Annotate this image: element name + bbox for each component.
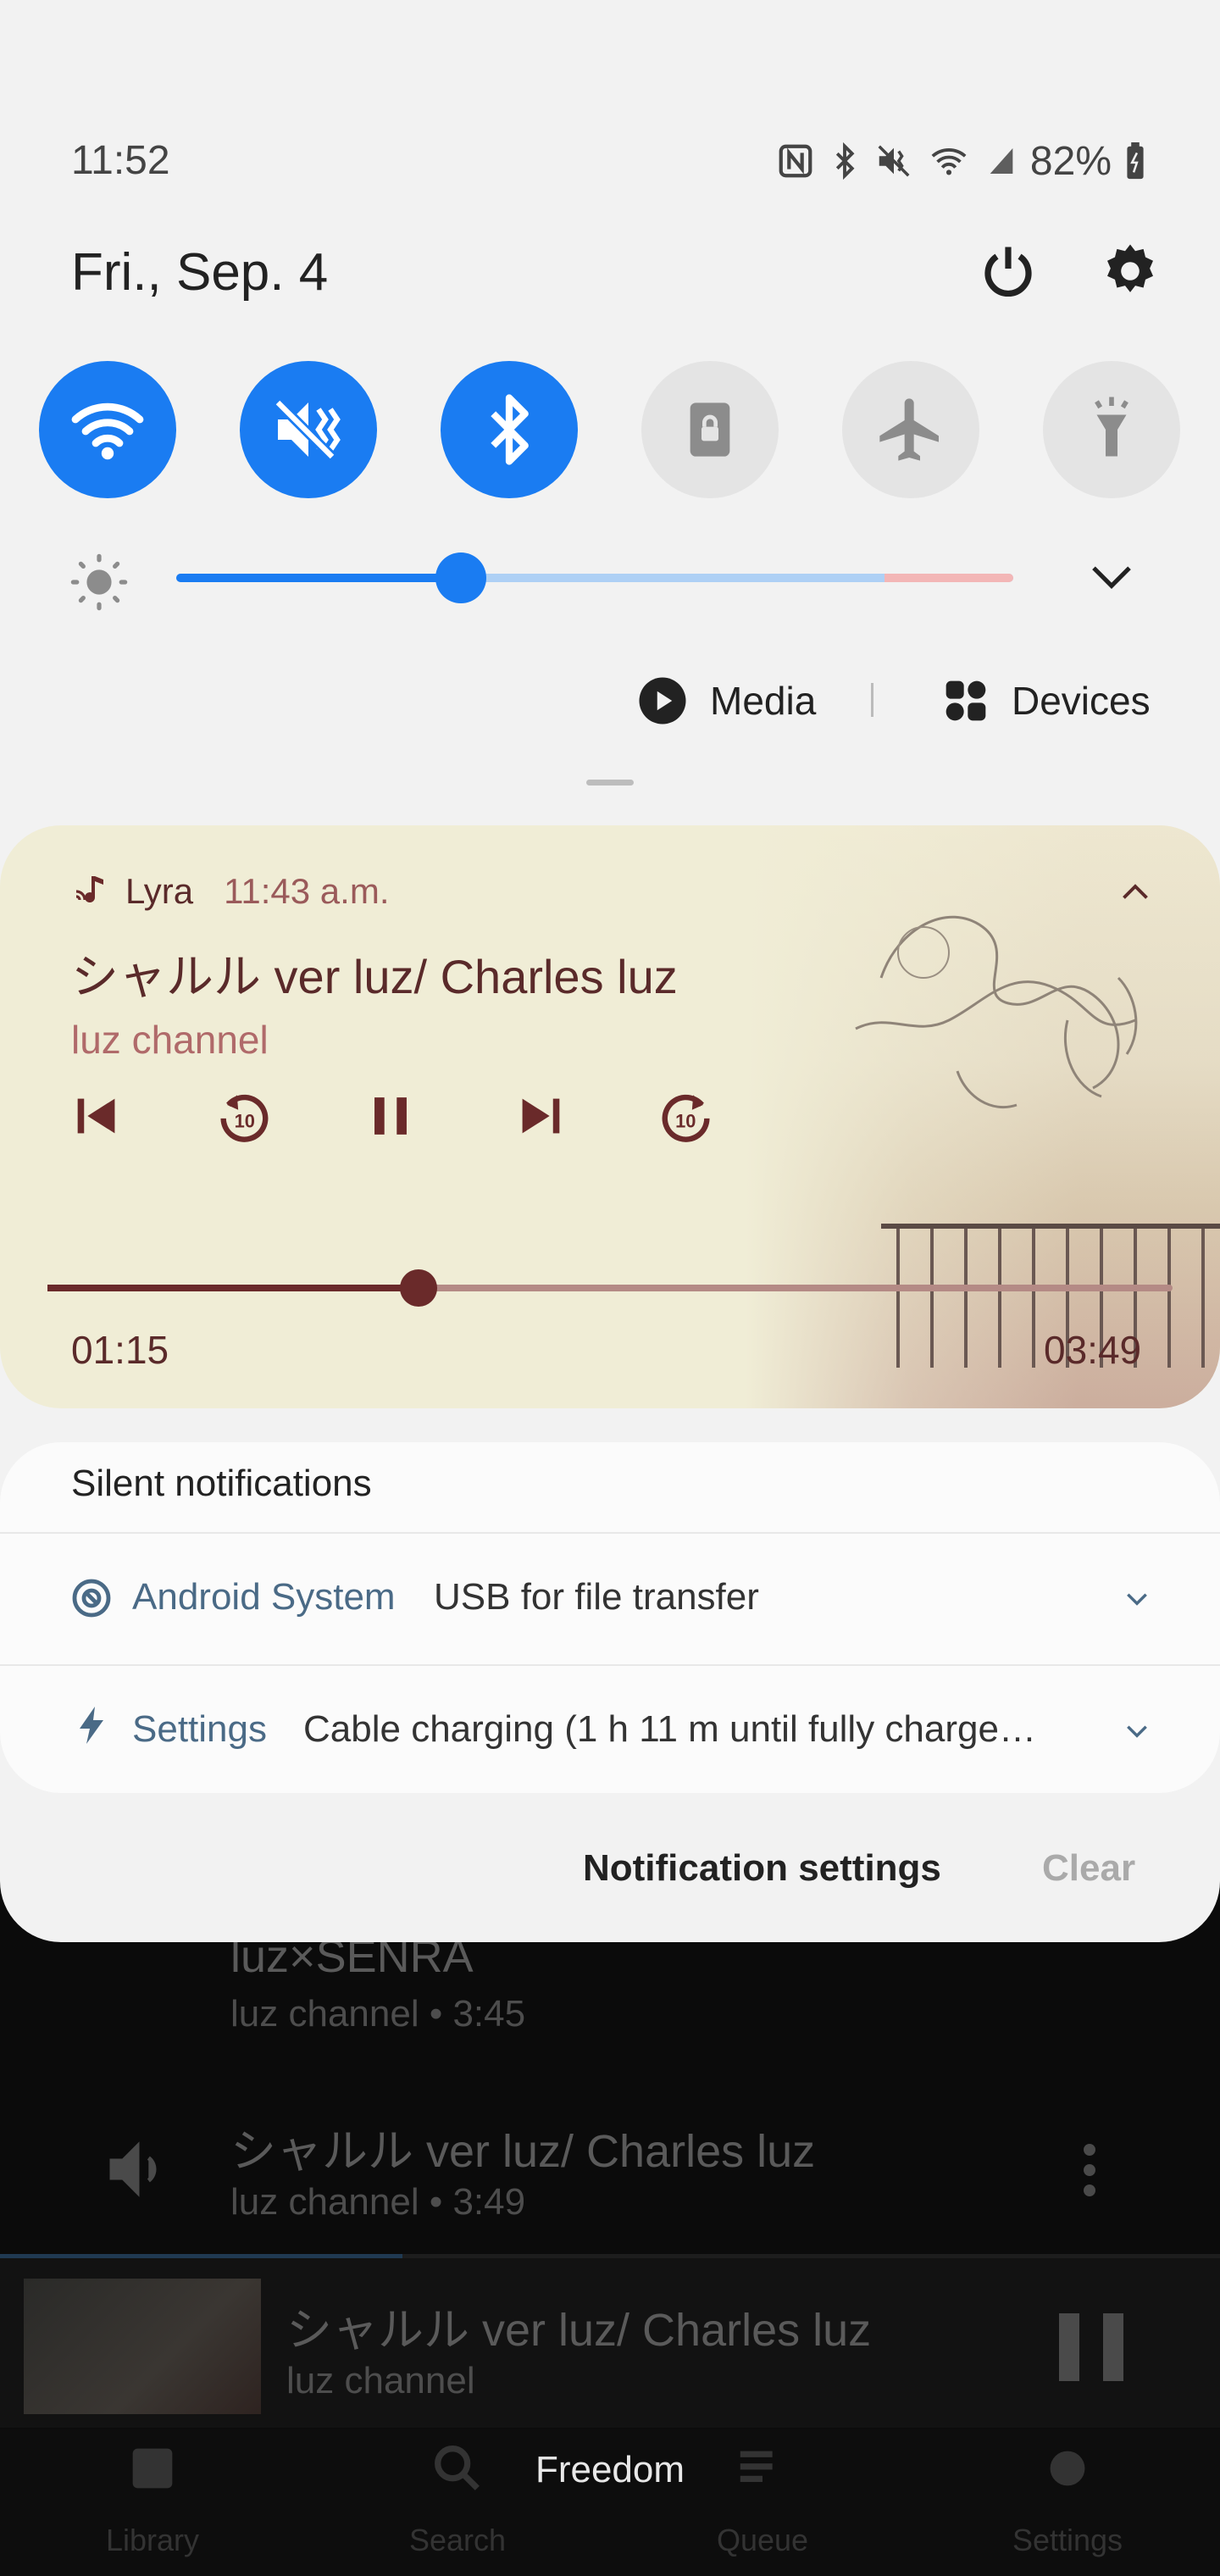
chevron-up-icon[interactable] <box>1120 881 1151 902</box>
bg-nav-settings: Settings <box>983 2439 1152 2558</box>
notification-text: USB for file transfer <box>434 1576 759 1618</box>
bg-track-subtitle: luz channel • 3:45 <box>230 1993 526 2035</box>
bg-now-playing-artist: luz channel <box>286 2360 475 2401</box>
charging-bolt-icon <box>80 1707 103 1744</box>
notification-settings-button[interactable]: Notification settings <box>583 1847 941 1890</box>
notification-app-name: Settings <box>132 1708 267 1750</box>
media-output-button[interactable]: Media <box>637 669 816 732</box>
lock-icon <box>690 402 730 457</box>
brightness-slider-thumb[interactable] <box>435 552 486 603</box>
devices-grid-icon <box>946 680 986 721</box>
mute-icon <box>274 398 341 461</box>
next-icon[interactable] <box>510 1085 569 1147</box>
brightness-icon <box>70 553 128 611</box>
bg-nav-library: Library <box>68 2439 237 2558</box>
media-label: Media <box>710 679 817 723</box>
airplane-icon <box>879 398 939 461</box>
clear-button[interactable]: Clear <box>1042 1847 1135 1890</box>
notification-charging[interactable]: Settings Cable charging (1 h 11 m until … <box>0 1666 1220 1793</box>
notification-text: Cable charging (1 h 11 m until fully cha… <box>303 1708 1036 1750</box>
signal-icon <box>990 148 1013 174</box>
status-time: 11:52 <box>71 138 170 183</box>
battery-percent: 82% <box>1029 138 1112 184</box>
search-icon <box>435 2446 480 2490</box>
forward-10-icon[interactable]: 10 <box>657 1085 717 1147</box>
media-app-row: Lyra 11:43 a.m. <box>71 868 390 915</box>
seek-bar[interactable] <box>47 1285 1173 1291</box>
svg-text:10: 10 <box>235 1110 255 1131</box>
bg-nav-label: Settings <box>1012 2523 1123 2557</box>
toast-message: Freedom <box>535 2449 685 2490</box>
devices-label: Devices <box>1012 679 1151 723</box>
notification-shade[interactable]: 11:52 82% Fri., Sep. 4 Media Devices Lyr… <box>0 0 1220 1942</box>
bg-now-playing-bar: シャルル ver luz/ Charles luz luz channel <box>0 2258 1220 2428</box>
queue-icon <box>740 2451 773 2483</box>
library-icon <box>132 2448 173 2489</box>
bg-bottom-nav: Library Search Queue Settings Freedom <box>0 2429 1220 2576</box>
chevron-down-icon[interactable] <box>1123 1590 1151 1608</box>
album-art <box>24 2279 261 2414</box>
battery-charging-icon <box>1127 142 1144 180</box>
media-app-name: Lyra <box>125 871 194 911</box>
seek-bar-fill <box>47 1285 419 1291</box>
bluetooth-icon <box>835 142 855 180</box>
vibrate-mute-icon <box>878 145 910 177</box>
bg-pause-icon <box>1059 2313 1123 2381</box>
bg-nav-label: Library <box>105 2523 200 2557</box>
svg-text:10: 10 <box>675 1110 696 1131</box>
brightness-high-zone <box>884 574 1013 582</box>
power-icon[interactable] <box>978 241 1039 302</box>
silent-notifications-header: Silent notifications <box>71 1463 372 1504</box>
bg-nav-label: Search <box>408 2523 507 2557</box>
wifi-icon <box>931 148 967 175</box>
devices-button[interactable]: Devices <box>942 669 1151 732</box>
media-track-title: シャルル ver luz/ Charles luz <box>71 950 678 1003</box>
status-icons: 82% <box>776 136 1147 186</box>
chevron-down-icon[interactable] <box>1088 559 1135 597</box>
track-duration: 03:49 <box>1044 1328 1142 1372</box>
date-label: Fri., Sep. 4 <box>71 243 329 302</box>
flashlight-icon <box>1095 397 1128 457</box>
gear-icon[interactable] <box>1100 241 1161 302</box>
qs-wifi-toggle[interactable] <box>39 361 176 498</box>
seek-bar-thumb[interactable] <box>400 1269 438 1307</box>
wifi-icon <box>71 402 144 460</box>
lyra-app-icon <box>75 876 103 903</box>
qs-flashlight-toggle[interactable] <box>1043 361 1180 498</box>
rewind-10-icon[interactable]: 10 <box>214 1085 273 1147</box>
qs-sound-toggle[interactable] <box>240 361 377 498</box>
album-art-calligraphy <box>855 915 1138 1109</box>
qs-rotation-lock-toggle[interactable] <box>641 361 779 498</box>
divider <box>871 683 873 717</box>
bg-track-subtitle: luz channel • 3:49 <box>230 2181 526 2223</box>
notification-usb[interactable]: Android System USB for file transfer <box>0 1534 1220 1661</box>
brightness-slider[interactable] <box>176 574 1013 582</box>
previous-icon[interactable] <box>68 1085 127 1147</box>
bg-track-title: シャルル ver luz/ Charles luz <box>230 2126 816 2177</box>
bg-now-playing-title: シャルル ver luz/ Charles luz <box>286 2305 872 2356</box>
play-circle-icon <box>639 677 686 724</box>
drag-handle[interactable] <box>586 780 634 786</box>
qs-airplane-toggle[interactable] <box>842 361 979 498</box>
qs-bluetooth-toggle[interactable] <box>441 361 578 498</box>
gear-icon <box>1050 2451 1085 2486</box>
bluetooth-icon <box>491 394 529 465</box>
nfc-icon <box>779 144 812 178</box>
android-system-icon <box>72 1579 111 1618</box>
more-options-icon <box>1078 2137 1101 2205</box>
speaker-icon <box>109 2141 157 2197</box>
brightness-slider-fill <box>176 574 461 582</box>
notification-app-name: Android System <box>132 1576 396 1618</box>
media-posted-time: 11:43 a.m. <box>224 871 390 911</box>
album-art <box>746 825 1220 1408</box>
chevron-down-icon[interactable] <box>1123 1722 1151 1740</box>
elapsed-time: 01:15 <box>71 1328 169 1372</box>
bg-nav-label: Queue <box>716 2523 809 2557</box>
media-track-artist: luz channel <box>71 1018 269 1062</box>
pause-icon[interactable] <box>361 1085 420 1147</box>
